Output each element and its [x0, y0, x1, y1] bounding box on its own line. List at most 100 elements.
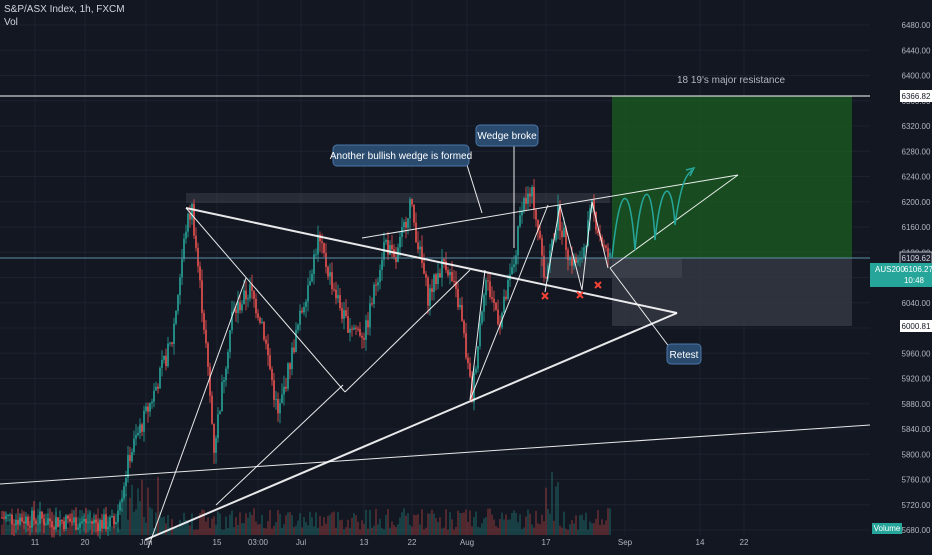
volume-bar: [379, 518, 381, 535]
volume-bar: [191, 513, 193, 535]
volume-bar: [233, 527, 235, 535]
volume-bar: [481, 523, 483, 535]
y-tick-label: 6040.00: [902, 299, 931, 308]
candle-body: [139, 424, 141, 433]
candle-body: [407, 218, 409, 228]
candle-body: [561, 230, 563, 238]
volume-axis-label: Volume: [872, 523, 902, 534]
y-tick-label: 6440.00: [902, 46, 931, 55]
volume-bar: [291, 515, 293, 535]
volume-bar: [477, 526, 479, 535]
volume-bar: [41, 522, 43, 535]
last-price: 6106.27: [904, 265, 932, 274]
y-tick-label: 5680.00: [902, 526, 931, 535]
volume-bar: [417, 514, 419, 535]
candle-body: [51, 520, 53, 528]
volume-bar: [547, 508, 549, 535]
volume-bar: [363, 523, 365, 535]
chart-stage[interactable]: Another bullish wedge is formed Wedge br…: [0, 0, 932, 550]
annotation-retest[interactable]: Retest: [666, 343, 702, 365]
candle-body: [115, 522, 117, 524]
volume-bar: [229, 514, 231, 535]
candle-body: [427, 277, 429, 306]
candle-body: [253, 290, 255, 299]
candle-body: [495, 302, 497, 310]
candle-body: [163, 355, 165, 360]
candle-body: [493, 298, 495, 303]
candle-body: [5, 516, 7, 519]
candle-body: [113, 516, 115, 524]
annotation-bullish-wedge[interactable]: Another bullish wedge is formed: [330, 144, 472, 167]
y-tick-label: 6280.00: [902, 147, 931, 156]
candle-body: [447, 270, 449, 276]
volume-bar: [303, 516, 305, 535]
candle-body: [65, 515, 67, 530]
volume-bar: [445, 509, 447, 535]
candle-body: [173, 323, 175, 344]
candle-body: [225, 368, 227, 381]
volume-bar: [143, 516, 145, 535]
candle-body: [1, 517, 3, 519]
candle-body: [157, 386, 159, 389]
candle-body: [609, 252, 611, 257]
candle-body: [9, 514, 11, 516]
candle-body: [59, 519, 61, 527]
volume-bar: [485, 517, 487, 535]
volume-bar: [129, 497, 131, 535]
candle-body: [545, 277, 547, 279]
candle-body: [415, 222, 417, 243]
volume-bar: [249, 512, 251, 535]
candle-body: [243, 290, 245, 305]
x-tick-label: Sep: [618, 538, 633, 547]
volume-bar: [505, 514, 507, 535]
candle-body: [271, 369, 273, 381]
candle-body: [439, 273, 441, 278]
x-tick-label: 17: [542, 538, 551, 547]
volume-bar: [277, 510, 279, 535]
candle-body: [487, 280, 489, 282]
candle-body: [451, 272, 453, 281]
candle-body: [367, 320, 369, 328]
candle-body: [149, 402, 151, 412]
volume-bar: [245, 513, 247, 535]
candle-body: [209, 366, 211, 396]
candle-body: [309, 281, 311, 286]
volume-bar: [295, 525, 297, 535]
volume-bar: [475, 511, 477, 535]
candle-body: [277, 399, 279, 414]
bullish-wedge-label: Another bullish wedge is formed: [330, 151, 472, 162]
price-chart[interactable]: Another bullish wedge is formed Wedge br…: [0, 0, 932, 550]
x-tick-label: 15: [213, 538, 222, 547]
candle-body: [465, 333, 467, 358]
x-tick-label: Aug: [460, 538, 474, 547]
candle-body: [579, 258, 581, 260]
volume-bar: [327, 515, 329, 535]
candle-body: [303, 306, 305, 313]
candle-body: [371, 303, 373, 305]
volume-bar: [195, 529, 197, 535]
volume-bar: [353, 513, 355, 535]
volume-bar: [257, 524, 259, 535]
volume-bar: [509, 519, 511, 535]
volume-bar: [301, 527, 303, 535]
volume-bar: [527, 509, 529, 535]
volume-bar: [575, 515, 577, 535]
volume-bar: [197, 529, 199, 535]
retest-label: Retest: [670, 350, 699, 361]
volume-bar: [227, 527, 229, 535]
candle-body: [327, 266, 329, 277]
candle-body: [505, 296, 507, 299]
candle-body: [375, 284, 377, 286]
candle-body: [167, 343, 169, 367]
candle-body: [101, 519, 103, 529]
candle-body: [291, 347, 293, 370]
candle-body: [365, 320, 367, 340]
volume-bar: [387, 509, 389, 535]
candle-body: [25, 516, 27, 524]
volume-bar: [137, 488, 139, 535]
candle-body: [477, 346, 479, 369]
symbol-label: AUS200: [875, 265, 905, 274]
candle-body: [459, 305, 461, 308]
candle-body: [151, 401, 153, 403]
annotation-wedge-broke[interactable]: Wedge broke: [475, 124, 539, 147]
